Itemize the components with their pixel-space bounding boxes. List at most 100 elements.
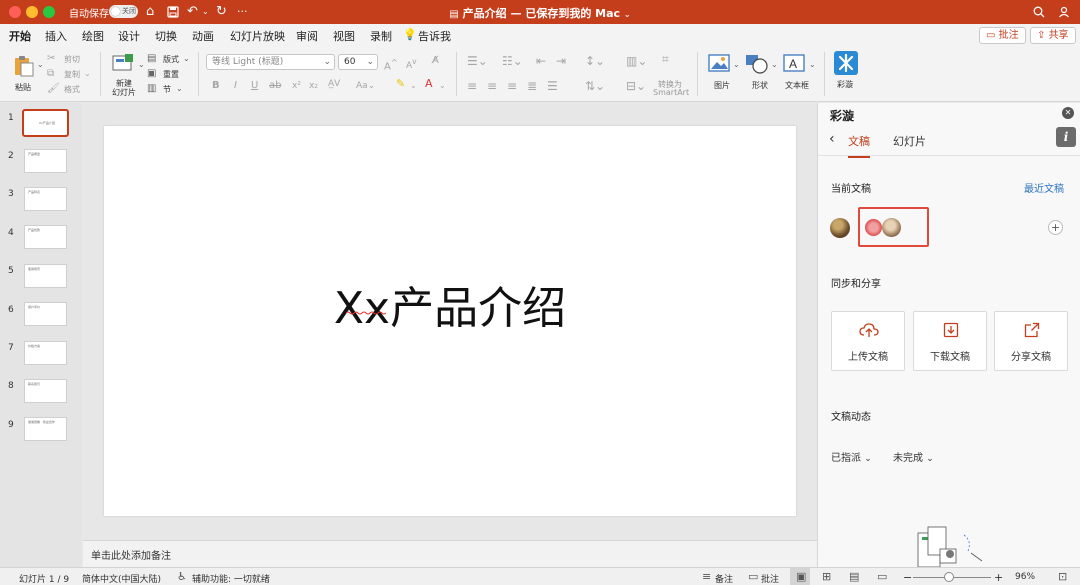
shapes-dropdown-icon[interactable]: ⌄: [771, 58, 778, 72]
chevron-down-icon: ⌄: [864, 454, 872, 464]
slide-thumbnail-9[interactable]: 谢谢观看 · 欢迎合作: [24, 417, 67, 441]
slideshow-icon[interactable]: ▭: [877, 570, 887, 583]
copy-dropdown-icon[interactable]: ⌄: [84, 67, 91, 81]
tell-me-search[interactable]: 告诉我: [418, 28, 451, 44]
divider: [100, 52, 101, 96]
slide-thumbnail-1[interactable]: Xx产品介绍: [22, 109, 69, 137]
chevron-left-icon[interactable]: ‹: [829, 131, 835, 147]
fit-to-window-icon[interactable]: ⊡: [1058, 570, 1067, 583]
reading-view-icon[interactable]: ▤: [849, 570, 859, 583]
copy-button[interactable]: 复制: [64, 69, 80, 80]
search-icon[interactable]: [1033, 3, 1045, 24]
account-icon[interactable]: [1058, 3, 1070, 24]
tab-slideshow[interactable]: 幻灯片放映: [230, 28, 285, 44]
download-doc-button[interactable]: 下载文稿: [913, 311, 987, 371]
status-bar: 幻灯片 1 / 9 简体中文(中国大陆) ♿ 辅助功能: 一切就绪 ≡ 备注 ▭…: [0, 567, 1080, 585]
reset-button[interactable]: 重置: [163, 69, 179, 80]
caiyun-task-pane: 彩漩 ✕ ‹ 文稿 幻灯片 i 当前文稿 最近文稿 + 同步和分享 上传文稿 下…: [817, 103, 1080, 567]
recent-doc-link[interactable]: 最近文稿: [1024, 180, 1064, 195]
tab-home[interactable]: 开始: [9, 28, 31, 49]
tab-design[interactable]: 设计: [118, 28, 140, 44]
slide-sorter-icon[interactable]: ⊞: [822, 570, 831, 583]
slide-thumbnail-2[interactable]: 产品概述: [24, 149, 67, 173]
tab-insert[interactable]: 插入: [45, 28, 67, 44]
tab-record[interactable]: 录制: [370, 28, 392, 44]
decrease-font-icon: Av: [406, 57, 417, 71]
notes-input[interactable]: 单击此处添加备注: [83, 540, 817, 567]
picture-dropdown-icon[interactable]: ⌄: [733, 58, 740, 72]
chevron-down-icon: ⌄: [366, 57, 374, 67]
italic-icon: I: [234, 80, 237, 91]
tab-review[interactable]: 审阅: [296, 28, 318, 44]
bullets-icon: ☰⌄: [467, 54, 488, 68]
tab-animations[interactable]: 动画: [192, 28, 214, 44]
pane-title: 彩漩: [830, 109, 855, 123]
paste-button[interactable]: 粘贴: [10, 52, 40, 96]
share-doc-button[interactable]: 分享文稿: [994, 311, 1068, 371]
cut-button[interactable]: 剪切: [64, 54, 80, 65]
layout-button[interactable]: 版式: [163, 54, 179, 65]
font-name-select[interactable]: 等线 Light (标题) ⌄: [206, 54, 335, 70]
slide-thumbnail-4[interactable]: 产品优势: [24, 225, 67, 249]
language-indicator[interactable]: 简体中文(中国大陆): [82, 572, 161, 585]
tab-draw[interactable]: 绘图: [82, 28, 104, 44]
lightbulb-icon: 💡: [403, 28, 417, 41]
highlight-box: [858, 207, 929, 247]
slide-thumbnail-7[interactable]: 价格方案: [24, 341, 67, 365]
section-button[interactable]: 节: [163, 84, 171, 95]
reset-icon: ▣: [147, 68, 157, 79]
empty-state-illustration: [917, 526, 983, 567]
new-slide-label-2: 幻灯片: [112, 88, 136, 97]
slide-thumbnail-5[interactable]: 使用场景: [24, 264, 67, 288]
slide-thumbnail-8[interactable]: 联系我们: [24, 379, 67, 403]
align-left-icon: ≡: [467, 79, 478, 93]
slide-number: 3: [8, 189, 14, 199]
slide-thumbnail-3[interactable]: 产品特点: [24, 187, 67, 211]
svg-text:A: A: [789, 57, 797, 71]
notes-toggle[interactable]: 备注: [715, 572, 733, 585]
normal-view-icon[interactable]: ▣: [796, 570, 806, 583]
distribute-icon: ☰: [547, 79, 558, 93]
comments-button[interactable]: ▭ 批注: [979, 27, 1026, 44]
tab-view[interactable]: 视图: [333, 28, 355, 44]
picture-icon: [708, 54, 730, 72]
picture-label: 图片: [714, 81, 730, 90]
close-icon[interactable]: ✕: [1062, 107, 1074, 119]
download-doc-label: 下载文稿: [930, 352, 970, 363]
add-member-button[interactable]: +: [1048, 220, 1063, 235]
textbox-label: 文本框: [785, 81, 809, 90]
chevron-down-icon: ⌄: [323, 57, 331, 67]
paste-dropdown-icon[interactable]: ⌄: [37, 58, 44, 72]
format-painter-button[interactable]: 格式: [64, 84, 80, 95]
slide-canvas[interactable]: Xx产品介绍: [104, 126, 796, 516]
zoom-in-button[interactable]: +: [994, 571, 1003, 584]
status-filter-dropdown[interactable]: 未完成 ⌄: [893, 449, 934, 464]
new-slide-button[interactable]: 新建 幻灯片: [108, 52, 140, 98]
font-size-select[interactable]: 60 ⌄: [338, 54, 378, 70]
caiyun-addin-button[interactable]: 彩漩: [832, 51, 860, 97]
comment-icon: ▭: [748, 570, 759, 583]
document-title[interactable]: ▤ 产品介绍 — 已保存到我的 Mac ⌄: [0, 5, 1080, 21]
zoom-slider-handle[interactable]: [944, 572, 954, 582]
paste-icon: [15, 56, 34, 77]
convert-smartart-label-2: SmartArt: [653, 88, 690, 97]
info-icon[interactable]: i: [1056, 127, 1076, 147]
assigned-filter-dropdown[interactable]: 已指派 ⌄: [831, 449, 872, 464]
comments-toggle[interactable]: 批注: [761, 572, 779, 585]
textbox-dropdown-icon[interactable]: ⌄: [809, 58, 816, 72]
upload-doc-button[interactable]: 上传文稿: [831, 311, 905, 371]
layout-dropdown-icon[interactable]: ⌄: [183, 52, 190, 66]
slide-title-text[interactable]: Xx产品介绍: [104, 272, 796, 336]
new-slide-dropdown-icon[interactable]: ⌄: [138, 58, 145, 72]
slide-editor: Xx产品介绍 单击此处添加备注: [83, 103, 817, 567]
share-button[interactable]: ⇪ 共享: [1030, 27, 1076, 44]
slide-thumbnail-6[interactable]: 用户评价: [24, 302, 67, 326]
accessibility-status[interactable]: 辅助功能: 一切就绪: [192, 572, 270, 585]
zoom-level[interactable]: 96%: [1015, 572, 1035, 582]
tab-slides[interactable]: 幻灯片: [893, 133, 926, 149]
tab-doc[interactable]: 文稿: [848, 133, 870, 158]
zoom-out-button[interactable]: −: [903, 571, 912, 584]
tab-transitions[interactable]: 切换: [155, 28, 177, 44]
avatar[interactable]: [830, 218, 850, 238]
section-dropdown-icon[interactable]: ⌄: [176, 82, 183, 96]
